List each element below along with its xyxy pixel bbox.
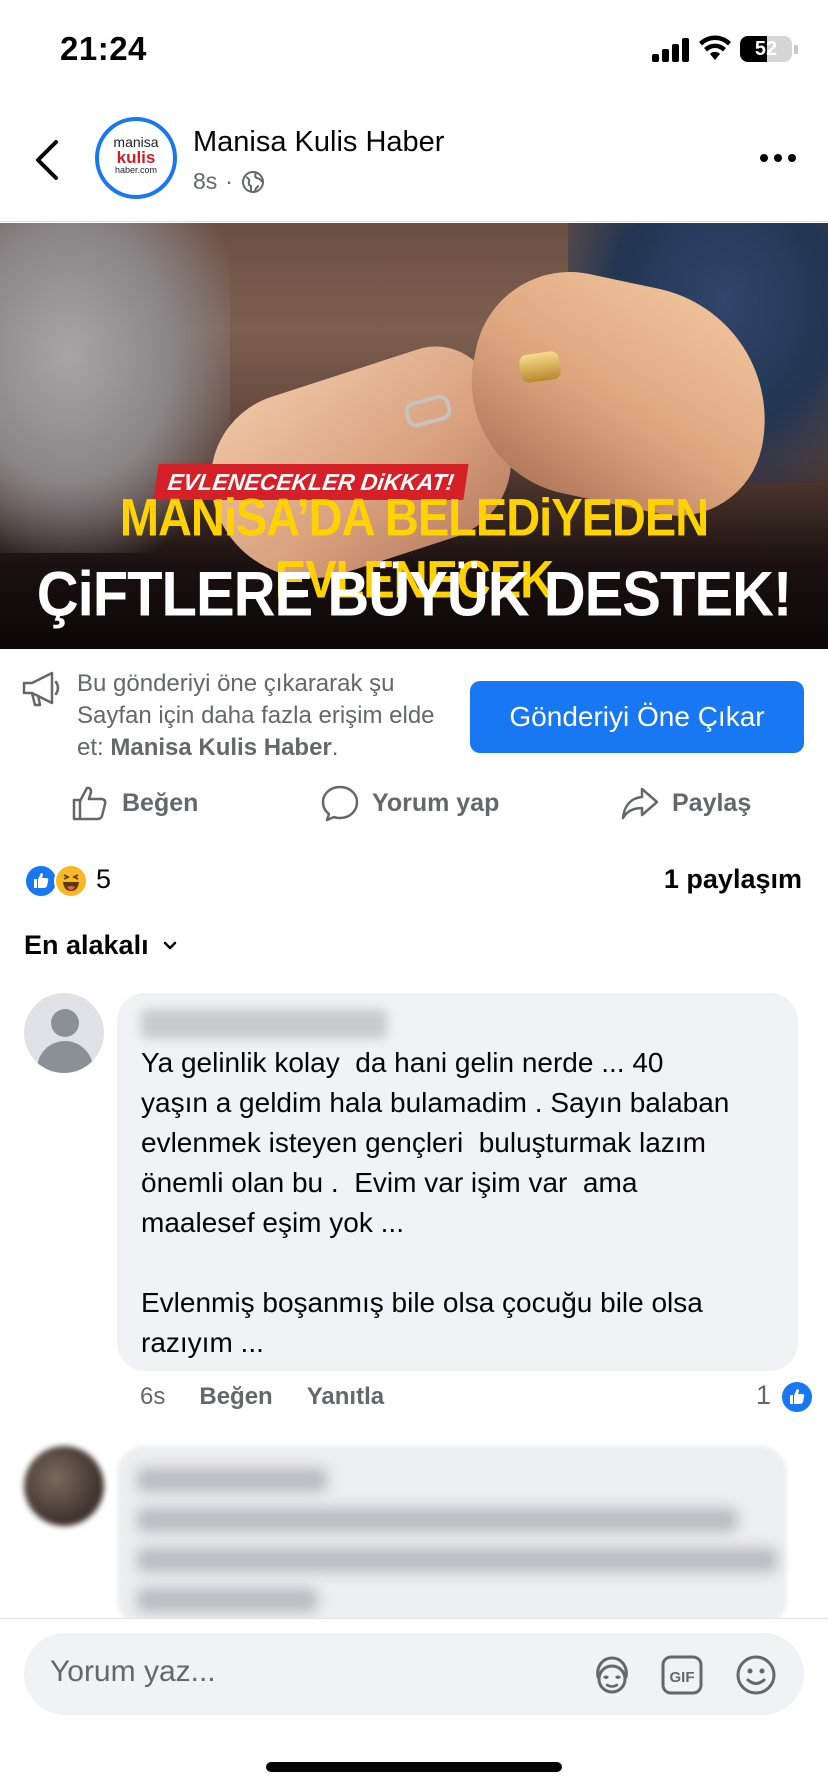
comment-text: Ya gelinlik kolay da hani gelin nerde ..… bbox=[141, 1047, 730, 1358]
reaction-icons bbox=[24, 864, 90, 898]
reaction-count: 5 bbox=[96, 864, 112, 894]
page-avatar[interactable]: manisa kulis haber.com bbox=[95, 117, 177, 199]
comment-sort-dropdown[interactable]: En alakalı bbox=[24, 930, 177, 961]
emoji-icon[interactable] bbox=[734, 1653, 778, 1697]
chevron-down-icon bbox=[163, 941, 176, 949]
comment-bubble[interactable]: Ya gelinlik kolay da hani gelin nerde ..… bbox=[117, 993, 798, 1371]
boost-period: . bbox=[331, 734, 339, 761]
avatar-silhouette-body bbox=[37, 1041, 93, 1073]
page-logo: manisa kulis haber.com bbox=[105, 135, 167, 175]
wifi-icon bbox=[699, 35, 731, 60]
haha-reaction-icon bbox=[54, 864, 88, 898]
share-count[interactable]: 1 paylaşım bbox=[664, 864, 802, 895]
comment-like-count: 1 bbox=[756, 1380, 772, 1410]
status-time: 21:24 bbox=[60, 30, 147, 67]
like-button[interactable]: Beğen bbox=[70, 775, 198, 831]
status-bar: 21:24 52 bbox=[0, 0, 828, 100]
share-label: Paylaş bbox=[672, 788, 752, 817]
boost-page-name: Manisa Kulis Haber bbox=[110, 734, 332, 761]
comment-button[interactable]: Yorum yap bbox=[320, 775, 499, 831]
comment-label: Yorum yap bbox=[372, 788, 500, 817]
post-time[interactable]: 8s bbox=[193, 168, 217, 195]
redacted-line bbox=[137, 1588, 317, 1612]
reactions-summary[interactable]: 5 1 paylaşım bbox=[0, 858, 828, 904]
back-button[interactable] bbox=[28, 136, 68, 184]
page-name[interactable]: Manisa Kulis Haber bbox=[193, 126, 444, 159]
svg-text:GIF: GIF bbox=[670, 1669, 695, 1686]
logo-text-line2: kulis bbox=[116, 148, 156, 167]
post-meta: 8s · bbox=[193, 168, 265, 195]
megaphone-icon bbox=[22, 671, 60, 707]
home-indicator bbox=[266, 1762, 562, 1772]
image-headline-2: ÇiFTLERE BÜYÜK DESTEK! bbox=[36, 559, 793, 630]
logo-text-line1: manisa bbox=[113, 134, 159, 150]
sort-label: En alakalı bbox=[24, 930, 149, 960]
post-header: manisa kulis haber.com Manisa Kulis Habe… bbox=[0, 100, 828, 222]
logo-text-line3: haber.com bbox=[114, 165, 158, 175]
boost-description: Bu gönderiyi öne çıkararak şu Sayfan içi… bbox=[77, 668, 437, 764]
more-options-button[interactable] bbox=[760, 152, 800, 166]
avatar-sticker-icon[interactable] bbox=[590, 1653, 634, 1697]
redacted-line bbox=[137, 1508, 737, 1532]
avatar-silhouette-head bbox=[51, 1009, 79, 1037]
comment-reply-button[interactable]: Yanıtla bbox=[307, 1383, 384, 1411]
cellular-signal-icon bbox=[652, 38, 690, 62]
globe-icon bbox=[241, 170, 264, 193]
battery-cap bbox=[794, 45, 798, 54]
redacted-line bbox=[137, 1548, 777, 1572]
battery-level: 52 bbox=[754, 38, 778, 60]
battery-icon: 52 bbox=[740, 36, 792, 62]
boost-post-button[interactable]: Gönderiyi Öne Çıkar bbox=[470, 681, 804, 753]
commenter-avatar-redacted[interactable] bbox=[24, 1446, 104, 1526]
comment-bubble-icon bbox=[321, 785, 359, 822]
share-button[interactable]: Paylaş bbox=[620, 775, 751, 831]
gif-icon[interactable]: GIF bbox=[660, 1653, 704, 1697]
post-action-bar: Beğen Yorum yap Paylaş bbox=[0, 775, 828, 831]
commenter-avatar[interactable] bbox=[24, 993, 104, 1073]
thumbs-up-icon bbox=[72, 786, 107, 821]
post-image[interactable]: EVLENECEKLER DiKKAT! MANiSA’DA BELEDiYED… bbox=[0, 223, 828, 649]
meta-separator: · bbox=[225, 168, 233, 194]
comment-input-placeholder: Yorum yaz... bbox=[50, 1655, 216, 1688]
like-reaction-icon bbox=[24, 864, 58, 898]
boost-section: Bu gönderiyi öne çıkararak şu Sayfan içi… bbox=[0, 650, 828, 762]
commenter-name-redacted bbox=[141, 1009, 387, 1039]
redacted-name bbox=[137, 1468, 327, 1492]
image-gold-ring bbox=[518, 350, 562, 384]
comment-input[interactable]: Yorum yaz... GIF bbox=[24, 1633, 804, 1715]
comment-bubble-redacted[interactable] bbox=[117, 1446, 787, 1626]
comment-like-button[interactable]: Beğen bbox=[199, 1383, 272, 1411]
share-arrow-icon bbox=[621, 787, 659, 820]
comment-like-reaction-icon[interactable] bbox=[780, 1380, 814, 1414]
comment-meta: 6s Beğen Yanıtla bbox=[140, 1383, 384, 1411]
like-label: Beğen bbox=[122, 788, 199, 817]
comment-time: 6s bbox=[140, 1383, 166, 1410]
